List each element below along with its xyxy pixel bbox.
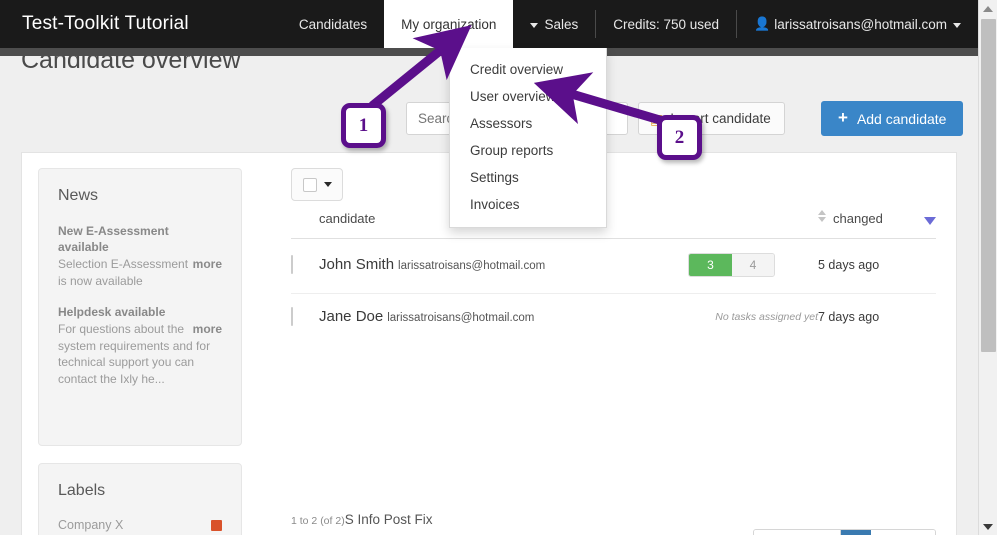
table-header-row: candidate changed [291, 210, 936, 239]
news-item: Helpdesk available more For questions ab… [58, 304, 222, 387]
scrollbar-thumb[interactable] [981, 19, 996, 352]
candidate-name[interactable]: John Smith [319, 256, 394, 273]
candidate-email: larissatroisans@hotmail.com [387, 312, 535, 324]
row-checkbox[interactable] [291, 307, 293, 326]
row-candidate-cell: John Smith larissatroisans@hotmail.com [319, 238, 688, 294]
scroll-up-arrow-icon[interactable] [979, 0, 997, 17]
news-more-link[interactable]: more [193, 256, 222, 273]
callout-badge-2: 2 [657, 115, 702, 160]
vertical-scrollbar[interactable] [978, 0, 997, 535]
candidate-email: larissatroisans@hotmail.com [398, 260, 546, 272]
top-navbar: Test-Toolkit Tutorial Candidates My orga… [0, 0, 978, 48]
scroll-down-arrow-icon[interactable] [979, 518, 997, 535]
row-tasks-cell: No tasks assigned yet [688, 294, 818, 343]
candidate-table: candidate changed John Smith larissatroi… [291, 210, 936, 343]
row-checkbox[interactable] [291, 255, 293, 274]
th-tasks [688, 211, 818, 239]
pagination-page-1[interactable]: 1 [841, 530, 872, 535]
plus-icon: + [838, 108, 848, 127]
row-changed-cell: 7 days ago [818, 310, 880, 324]
th-changed[interactable]: changed [818, 210, 936, 239]
filter-caret-icon[interactable] [924, 217, 936, 225]
nav-item-sales[interactable]: Sales [513, 0, 595, 48]
nav-my-organization-label: My organization [401, 16, 497, 32]
label-name: Company X [58, 518, 124, 532]
news-item-text: Selection E-Assessment is now available [58, 257, 189, 288]
table-row[interactable]: Jane Doe larissatroisans@hotmail.com No t… [291, 294, 936, 343]
menu-item-credit-overview[interactable]: Credit overview [450, 56, 606, 83]
my-organization-dropdown-menu: Credit overview User overview Assessors … [449, 48, 607, 228]
nav-item-credits[interactable]: Credits: 750 used [596, 0, 736, 48]
pagination: ← Previous 1 Next → [752, 529, 936, 535]
menu-item-invoices[interactable]: Invoices [450, 191, 606, 218]
app-window: Test-Toolkit Tutorial Candidates My orga… [0, 0, 997, 535]
chevron-down-icon [323, 182, 332, 187]
label-list-item[interactable]: Company X [58, 518, 222, 532]
select-all-checkbox[interactable] [302, 177, 317, 192]
callout-badge-1: 1 [341, 103, 386, 148]
candidate-table-area: candidate changed John Smith larissatroi… [271, 153, 958, 535]
tasks-done-count: 3 [689, 254, 732, 276]
row-tasks-cell: 3 4 [688, 238, 818, 294]
nav-item-candidates[interactable]: Candidates [282, 0, 384, 48]
news-item-text: For questions about the system requireme… [58, 322, 211, 386]
select-all-dropdown[interactable] [291, 168, 343, 201]
news-card: News New E-Assessment available more Sel… [38, 168, 242, 446]
label-color-swatch [211, 519, 222, 531]
table-body: John Smith larissatroisans@hotmail.com 3 … [291, 238, 936, 343]
task-progress-bar: 3 4 [688, 253, 775, 277]
pagination-previous[interactable]: ← Previous [753, 530, 842, 535]
no-tasks-text: No tasks assigned yet [715, 311, 818, 323]
news-more-link[interactable]: more [193, 321, 222, 338]
post-fix-text: S Info Post Fix [344, 512, 433, 527]
nav-candidates-label: Candidates [298, 16, 368, 32]
row-checkbox-cell [291, 294, 319, 343]
sort-arrows-icon [818, 210, 827, 222]
chevron-down-icon [530, 22, 539, 28]
add-candidate-label: Add candidate [856, 110, 947, 127]
chevron-down-icon [953, 22, 961, 28]
th-changed-label: changed [833, 211, 883, 226]
nav-item-user-menu[interactable]: 👤 larissatroisans@hotmail.com [737, 0, 978, 48]
row-changed-cell: 5 days ago [818, 238, 936, 294]
row-checkbox-cell [291, 238, 319, 294]
table-head: candidate changed [291, 210, 936, 239]
news-item-body: more For questions about the system requ… [58, 321, 222, 387]
news-item: New E-Assessment available more Selectio… [58, 223, 222, 289]
nav-item-my-organization[interactable]: My organization [384, 0, 514, 48]
brand-title: Test-Toolkit Tutorial [22, 13, 189, 34]
pagination-next[interactable]: Next → [871, 530, 935, 535]
nav-credits-label: Credits: 750 used [613, 16, 720, 32]
navbar-right-group: Candidates My organization Sales Credits… [282, 0, 978, 48]
th-checkbox [291, 211, 319, 239]
candidate-name[interactable]: Jane Doe [319, 308, 383, 325]
news-item-heading: New E-Assessment available [58, 224, 169, 254]
menu-item-user-overview[interactable]: User overview [450, 83, 606, 110]
labels-title: Labels [58, 482, 106, 499]
result-count: 1 to 2 (of 2)S Info Post Fix [291, 511, 433, 529]
news-title: News [58, 187, 99, 204]
add-candidate-button[interactable]: + Add candidate [821, 101, 964, 136]
news-item-body: more Selection E-Assessment is now avail… [58, 256, 222, 289]
tasks-todo-count: 4 [732, 254, 774, 276]
nav-sales-label: Sales [544, 16, 579, 32]
labels-card: Labels Company X [38, 463, 242, 535]
user-icon: 👤 [754, 15, 771, 31]
menu-item-settings[interactable]: Settings [450, 164, 606, 191]
menu-item-assessors[interactable]: Assessors [450, 110, 606, 137]
row-candidate-cell: Jane Doe larissatroisans@hotmail.com [319, 294, 688, 343]
nav-user-email-label: larissatroisans@hotmail.com [774, 16, 947, 32]
result-count-text: 1 to 2 (of 2) [291, 515, 345, 527]
news-item-heading: Helpdesk available [58, 305, 166, 319]
table-row[interactable]: John Smith larissatroisans@hotmail.com 3 … [291, 238, 936, 294]
menu-item-group-reports[interactable]: Group reports [450, 137, 606, 164]
